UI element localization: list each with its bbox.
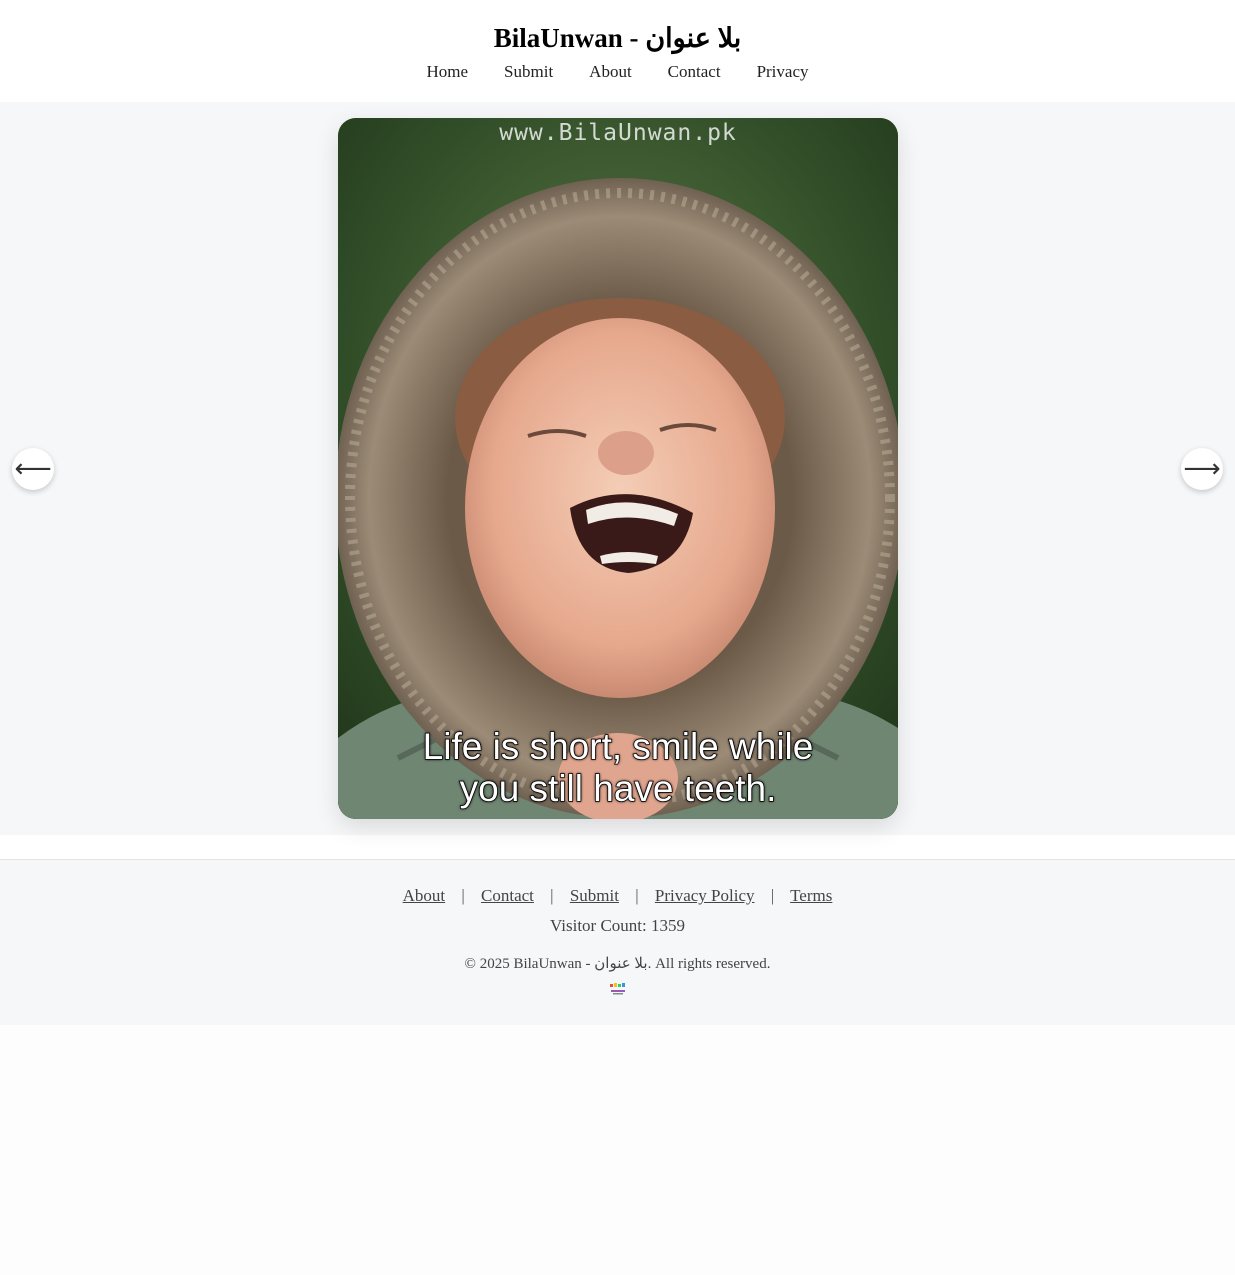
watermark-text: www.BilaUnwan.pk — [499, 120, 737, 146]
image-slider: ⟵ www.BilaUnwan.pk Life is short, smile … — [0, 102, 1235, 835]
site-title: BilaUnwan - بلا عنوان — [493, 23, 742, 53]
nav-privacy[interactable]: Privacy — [757, 62, 809, 82]
site-header: BilaUnwan - بلا عنوان Home Submit About … — [0, 0, 1235, 102]
nav-home[interactable]: Home — [427, 62, 469, 82]
footer-separator: | — [635, 886, 639, 905]
footer-link-contact[interactable]: Contact — [481, 886, 534, 905]
footer-link-terms[interactable]: Terms — [790, 886, 832, 905]
slide-caption: Life is short, smile while you still hav… — [338, 725, 898, 810]
visitor-count: Visitor Count: 1359 — [550, 916, 685, 935]
arrow-left-icon: ⟵ — [14, 454, 52, 484]
footer-link-submit[interactable]: Submit — [570, 886, 619, 905]
next-slide-button[interactable]: ⟶ — [1181, 448, 1223, 490]
footer-separator: | — [550, 886, 554, 905]
footer-separator: | — [461, 886, 465, 905]
slide-photo — [338, 118, 898, 819]
site-footer: About | Contact | Submit | Privacy Polic… — [0, 859, 1235, 1025]
slide-image-card: www.BilaUnwan.pk Life is short, smile wh… — [338, 118, 898, 819]
site-logo-badge-icon — [609, 983, 625, 995]
caption-line-2: you still have teeth. — [459, 767, 777, 810]
footer-link-about[interactable]: About — [403, 886, 446, 905]
main-nav: Home Submit About Contact Privacy — [0, 62, 1235, 82]
footer-links: About | Contact | Submit | Privacy Polic… — [0, 860, 1235, 906]
footer-separator: | — [770, 886, 775, 905]
caption-line-1: Life is short, smile while — [422, 725, 814, 768]
section-spacer — [0, 835, 1235, 859]
copyright-text: © 2025 BilaUnwan - بلا عنوان. All rights… — [464, 956, 771, 972]
nav-submit[interactable]: Submit — [504, 62, 553, 82]
nav-about[interactable]: About — [589, 62, 632, 82]
prev-slide-button[interactable]: ⟵ — [12, 448, 54, 490]
nav-contact[interactable]: Contact — [668, 62, 721, 82]
footer-link-privacy-policy[interactable]: Privacy Policy — [655, 886, 755, 905]
arrow-right-icon: ⟶ — [1183, 454, 1221, 484]
